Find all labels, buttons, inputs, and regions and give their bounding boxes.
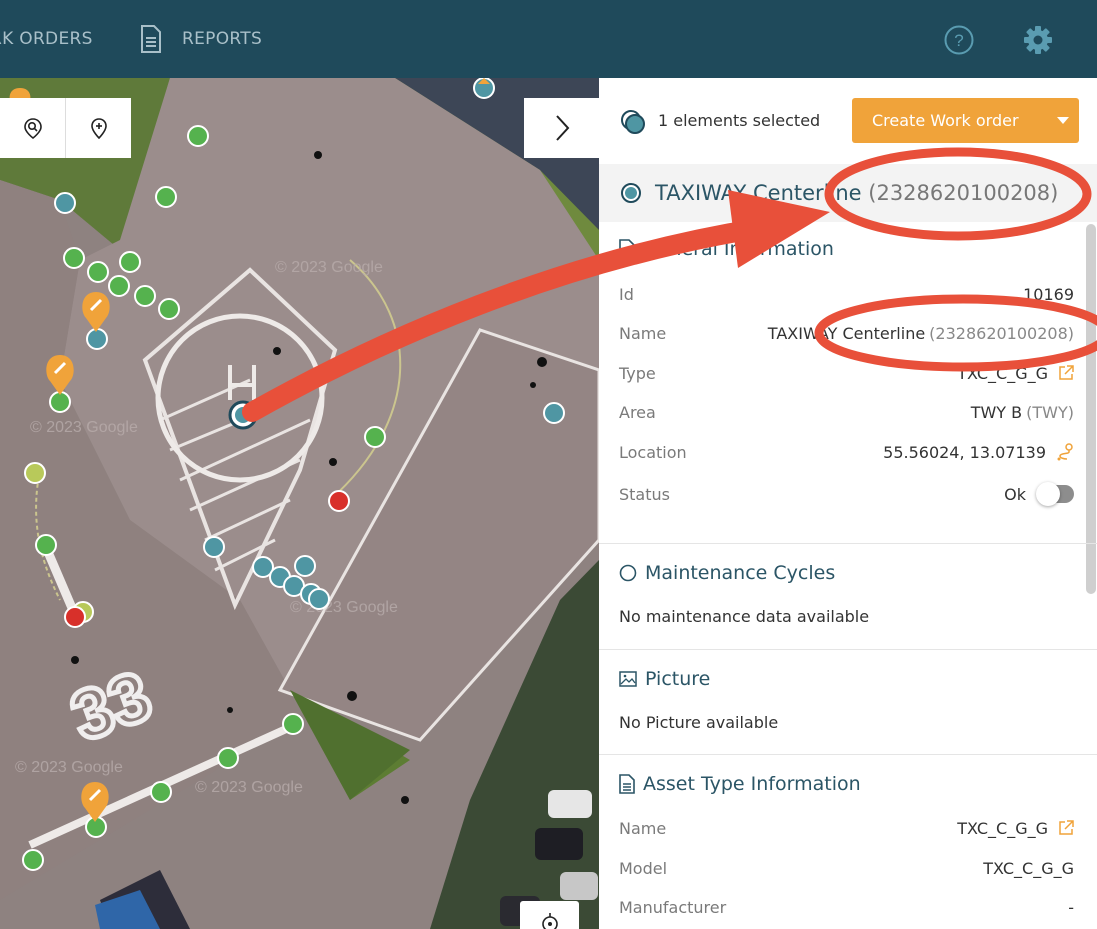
panel-scrollbar[interactable]: [1086, 224, 1096, 594]
help-circle-icon: ?: [944, 25, 974, 55]
info-value: TXC_C_G_G: [957, 819, 1074, 838]
maintenance-cycles-heading: Maintenance Cycles: [619, 562, 835, 584]
section-divider: [599, 754, 1097, 755]
info-label: Area: [619, 402, 656, 422]
nav-reports-label: REPORTS: [182, 29, 263, 49]
selection-count: 1 elements selected: [658, 111, 821, 130]
svg-text:© 2023 Google: © 2023 Google: [30, 419, 138, 436]
section-divider: [599, 649, 1097, 650]
create-work-order-label: Create Work order: [872, 111, 1019, 130]
settings-button[interactable]: [1022, 24, 1054, 56]
map-pin-icon: [90, 118, 107, 139]
info-value: TXC_C_G_G: [957, 364, 1074, 383]
asset-type-row-model: Model TXC_C_G_G: [619, 853, 1074, 883]
document-icon: [619, 239, 635, 259]
layers-selection-icon: [621, 110, 645, 134]
asset-header: TAXIWAY Centerline (2328620100208): [599, 164, 1097, 222]
image-icon: [619, 671, 637, 687]
asset-type-row-manufacturer: Manufacturer -: [619, 892, 1074, 922]
collapse-panel-button[interactable]: [524, 98, 599, 158]
maintenance-empty-note: No maintenance data available: [619, 607, 870, 626]
status-toggle[interactable]: [1036, 482, 1074, 506]
document-icon: [619, 774, 635, 794]
asset-title: TAXIWAY Centerline (2328620100208): [655, 181, 1058, 205]
map-view[interactable]: 33 © 2023 Google © 2023 Google © 2023 Go…: [0, 78, 599, 929]
zoom-pin-icon: [23, 118, 42, 139]
info-label: Name: [619, 818, 667, 838]
add-pin-button[interactable]: [66, 98, 131, 158]
dropdown-caret-icon[interactable]: [1057, 117, 1069, 124]
info-value: 55.56024, 13.07139: [883, 443, 1074, 462]
asset-type-title: Asset Type Information: [643, 773, 861, 795]
nav-work-orders-label: RK ORDERS: [0, 29, 93, 49]
info-row-location: Location 55.56024, 13.07139: [619, 437, 1074, 467]
top-navigation-bar: RK ORDERS REPORTS ?: [0, 0, 1097, 78]
section-divider: [599, 543, 1097, 544]
route-icon[interactable]: [1056, 443, 1074, 461]
info-value: Ok: [1004, 482, 1074, 506]
external-link-icon[interactable]: [1058, 365, 1074, 381]
help-button[interactable]: ?: [943, 24, 975, 56]
general-information-heading: General Information: [619, 238, 834, 260]
selection-bar: 1 elements selected Create Work order: [599, 78, 1097, 164]
asset-type-heading: Asset Type Information: [619, 773, 861, 795]
general-information-title: General Information: [643, 238, 834, 260]
info-row-name: Name TAXIWAY Centerline (2328620100208): [619, 318, 1074, 348]
info-label: Name: [619, 323, 667, 343]
picture-empty-note: No Picture available: [619, 713, 779, 732]
map-tool-group: [0, 98, 131, 158]
svg-text:© 2023 Google: © 2023 Google: [275, 259, 383, 276]
info-label: Location: [619, 442, 687, 462]
create-work-order-button[interactable]: Create Work order: [852, 98, 1079, 143]
info-label: Type: [619, 363, 656, 383]
info-row-area: Area TWY B (TWY): [619, 397, 1074, 427]
zoom-to-location-button[interactable]: [0, 98, 65, 158]
asset-type-row-name: Name TXC_C_G_G: [619, 813, 1074, 843]
svg-text:?: ?: [954, 31, 963, 50]
info-value: 10169: [1023, 284, 1074, 304]
info-label: Manufacturer: [619, 897, 727, 917]
asset-code: (2328620100208): [868, 181, 1059, 205]
locate-me-button[interactable]: [520, 901, 579, 929]
asset-name: TAXIWAY Centerline: [655, 181, 862, 205]
picture-heading: Picture: [619, 668, 710, 690]
info-row-id: Id 10169: [619, 279, 1074, 309]
info-label: Model: [619, 858, 668, 878]
asset-details-panel: 1 elements selected Create Work order TA…: [599, 78, 1097, 929]
circle-icon: [619, 564, 637, 582]
info-row-status: Status Ok: [619, 479, 1074, 509]
maintenance-cycles-title: Maintenance Cycles: [645, 562, 836, 584]
crosshair-icon: [541, 913, 558, 929]
info-value: TAXIWAY Centerline (2328620100208): [767, 323, 1074, 343]
info-row-type: Type TXC_C_G_G: [619, 358, 1074, 388]
chevron-right-icon: [555, 115, 569, 141]
nav-reports[interactable]: REPORTS: [140, 0, 262, 78]
info-label: Status: [619, 484, 670, 504]
info-value: TXC_C_G_G: [983, 858, 1074, 878]
asset-status-dot-icon: [621, 183, 641, 203]
document-icon: [141, 25, 161, 53]
svg-text:© 2023 Google: © 2023 Google: [195, 779, 303, 796]
nav-work-orders[interactable]: RK ORDERS: [0, 0, 93, 78]
external-link-icon[interactable]: [1058, 820, 1074, 836]
picture-title: Picture: [645, 668, 711, 690]
gear-icon: [1024, 26, 1052, 54]
svg-text:© 2023 Google: © 2023 Google: [15, 759, 123, 776]
info-value: TWY B (TWY): [970, 402, 1074, 422]
info-value: -: [1068, 897, 1074, 917]
satellite-imagery: 33 © 2023 Google © 2023 Google © 2023 Go…: [0, 78, 599, 929]
info-label: Id: [619, 284, 634, 304]
